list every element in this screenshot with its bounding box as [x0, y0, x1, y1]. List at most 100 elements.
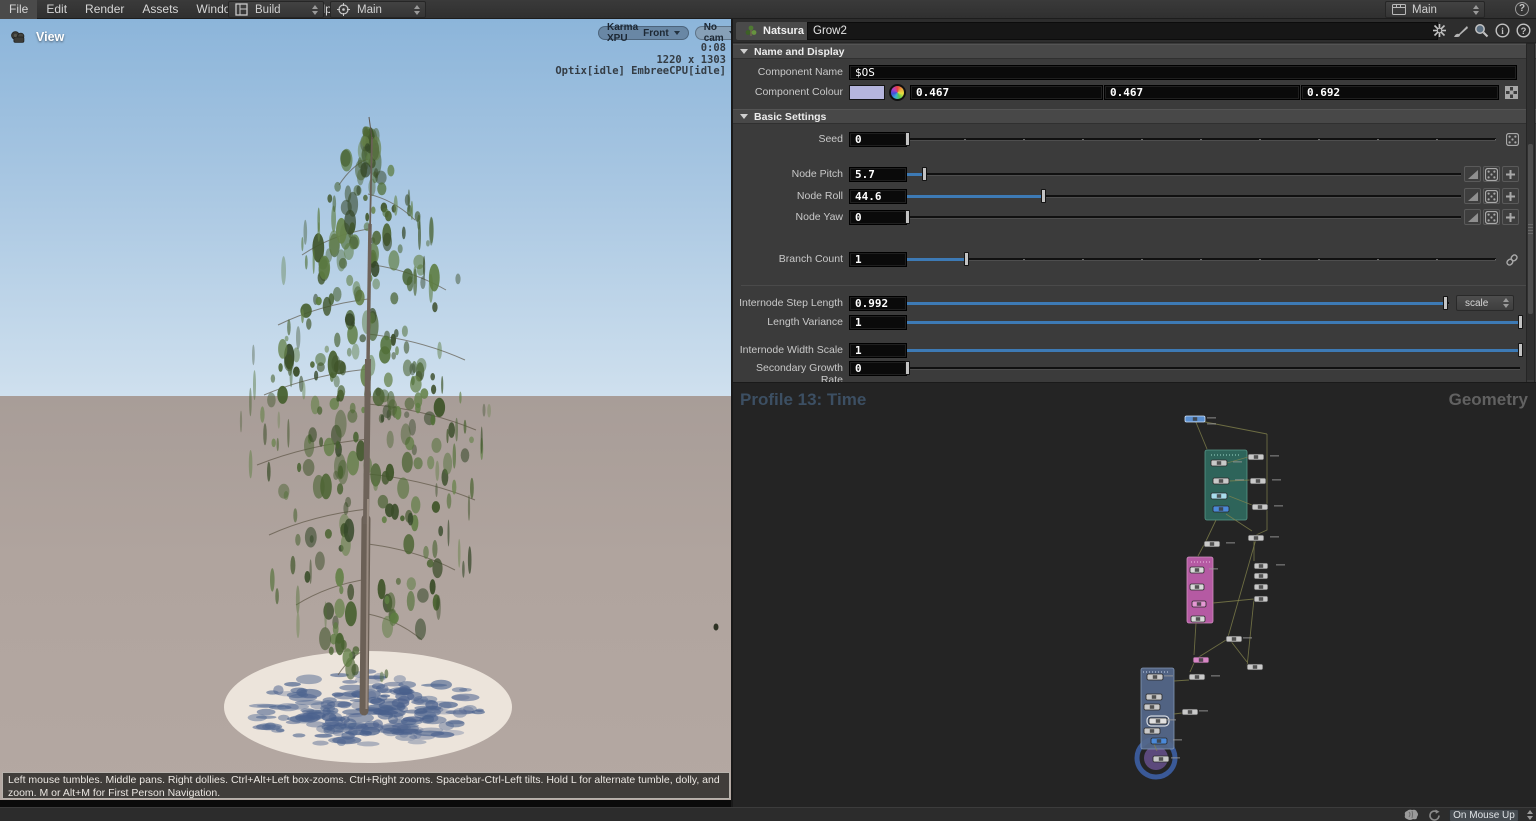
menu-render[interactable]: Render	[76, 0, 133, 19]
status-bar: On Mouse Up	[0, 807, 1536, 821]
brush-icon[interactable]	[1452, 22, 1469, 39]
plus-icon[interactable]	[1502, 166, 1519, 182]
node-yaw-input[interactable]: 0	[849, 210, 907, 225]
dice-icon[interactable]	[1483, 166, 1500, 182]
colour-swatch[interactable]	[849, 85, 885, 100]
render-stats: 0:08 1220 x 1303 Optix[idle] EmbreeCPU[i…	[555, 43, 726, 78]
length-variance-input[interactable]: 1	[849, 315, 907, 330]
scene-viewport[interactable]: View Karma XPU Front No cam 0:08 1220 x …	[0, 19, 732, 807]
spinner-arrows-icon[interactable]	[1525, 810, 1534, 820]
right-pane-label: Main	[1412, 4, 1437, 16]
parameter-scrollbar[interactable]	[1526, 43, 1535, 400]
dice-icon[interactable]	[1483, 209, 1500, 225]
branch-count-label: Branch Count	[733, 253, 843, 265]
info-icon[interactable]: i	[1494, 22, 1511, 39]
parameter-header: Natsura Grow Grow2 i ?	[733, 19, 1536, 43]
slider-handle[interactable]	[905, 361, 910, 375]
component-name-input[interactable]: $OS	[849, 65, 1517, 80]
ramp-icon[interactable]	[1464, 209, 1481, 225]
network-editor[interactable]: Profile 13: Time Geometry	[733, 382, 1536, 807]
desktop-selector[interactable]: Build	[228, 1, 324, 18]
color-wheel-icon[interactable]	[889, 84, 906, 101]
memory-icon[interactable]	[1403, 807, 1420, 821]
viewport-pane-title: View	[36, 30, 64, 44]
node-roll-slider[interactable]	[907, 191, 1461, 202]
refresh-icon[interactable]	[1426, 807, 1443, 821]
internode-step-length-slider[interactable]	[907, 298, 1449, 309]
seed-slider[interactable]	[907, 134, 1496, 145]
seed-label: Seed	[733, 133, 843, 145]
length-variance-slider[interactable]	[907, 317, 1520, 328]
camera-pill[interactable]: No cam	[695, 26, 732, 40]
internode-width-scale-slider[interactable]	[907, 345, 1520, 356]
dice-icon[interactable]	[1483, 188, 1500, 204]
spinner-arrows-icon[interactable]	[1501, 298, 1510, 308]
node-pitch-slider[interactable]	[907, 169, 1461, 180]
spinner-arrows-icon[interactable]	[412, 5, 421, 15]
gear-sparkle-icon[interactable]	[1431, 22, 1448, 39]
secondary-growth-rate-input[interactable]: 0	[849, 361, 907, 376]
node-graph[interactable]	[733, 383, 1536, 807]
slider-handle[interactable]	[1518, 315, 1523, 329]
node-yaw-slider[interactable]	[907, 212, 1461, 223]
slider-handle[interactable]	[1518, 343, 1523, 357]
slider-handle[interactable]	[922, 167, 927, 181]
internode-width-scale-input[interactable]: 1	[849, 343, 907, 358]
node-roll-input[interactable]: 44.6	[849, 189, 907, 204]
node-pitch-input[interactable]: 5.7	[849, 167, 907, 182]
pane-path-selector[interactable]: Main	[330, 1, 426, 18]
slider-handle[interactable]	[1443, 296, 1448, 310]
secondary-growth-rate-slider[interactable]	[907, 363, 1520, 374]
parameter-pane: Natsura Grow Grow2 i ? Name and Display …	[733, 19, 1536, 807]
slider-handle[interactable]	[905, 210, 910, 224]
camera-icon	[10, 28, 27, 45]
help-icon[interactable]: ?	[1515, 2, 1529, 16]
camera-name: No cam	[704, 22, 724, 44]
slider-handle[interactable]	[1041, 189, 1046, 203]
spinner-arrows-icon[interactable]	[1471, 5, 1480, 15]
crosshair-icon	[335, 1, 352, 18]
plus-icon[interactable]	[1502, 188, 1519, 204]
plus-icon[interactable]	[1502, 209, 1519, 225]
node-yaw-label: Node Yaw	[733, 211, 843, 223]
checker-icon[interactable]	[1503, 85, 1519, 100]
collapse-triangle-icon	[740, 49, 748, 54]
seed-input[interactable]: 0	[849, 132, 907, 147]
right-pane-selector[interactable]: Main	[1385, 1, 1485, 18]
internode-step-length-input[interactable]: 0.992	[849, 296, 907, 311]
desktop-selector-label: Build	[255, 4, 281, 16]
separator	[741, 285, 1528, 286]
colour-r-input[interactable]: 0.467	[910, 85, 1103, 100]
chevron-down-icon	[674, 31, 680, 35]
update-mode-button[interactable]: On Mouse Up	[1449, 809, 1519, 821]
dice-icon[interactable]	[1504, 132, 1520, 147]
branch-count-slider[interactable]	[907, 254, 1496, 265]
ramp-icon[interactable]	[1464, 188, 1481, 204]
menu-edit[interactable]: Edit	[37, 0, 76, 19]
renderer-pill[interactable]: Karma XPU Front	[598, 26, 689, 40]
section-label: Basic Settings	[754, 111, 826, 123]
unit-dropdown[interactable]: scale	[1456, 295, 1514, 311]
node-name-input[interactable]: Grow2	[807, 22, 1438, 40]
spinner-arrows-icon[interactable]	[310, 5, 319, 15]
tree-render	[0, 19, 732, 807]
colour-g-input[interactable]: 0.467	[1104, 85, 1300, 100]
renderer-view: Front	[643, 28, 669, 39]
renderer-name: Karma XPU	[607, 22, 638, 44]
colour-b-input[interactable]: 0.692	[1301, 85, 1499, 100]
ramp-icon[interactable]	[1464, 166, 1481, 182]
build-grid-icon	[233, 1, 250, 18]
length-variance-label: Length Variance	[733, 316, 843, 328]
menu-file[interactable]: File	[0, 0, 37, 19]
search-icon[interactable]	[1473, 22, 1490, 39]
section-name-and-display[interactable]: Name and Display	[733, 44, 1536, 59]
link-icon[interactable]	[1504, 252, 1520, 267]
houdini-window: File Edit Render Assets Windows Labs Hel…	[0, 0, 1536, 821]
menu-assets[interactable]: Assets	[133, 0, 187, 19]
slider-handle[interactable]	[905, 132, 910, 146]
question-icon[interactable]: ?	[1515, 22, 1532, 39]
section-basic-settings[interactable]: Basic Settings	[733, 109, 1536, 124]
slider-handle[interactable]	[964, 252, 969, 266]
branch-count-input[interactable]: 1	[849, 252, 907, 267]
pane-path-label: Main	[357, 4, 382, 16]
